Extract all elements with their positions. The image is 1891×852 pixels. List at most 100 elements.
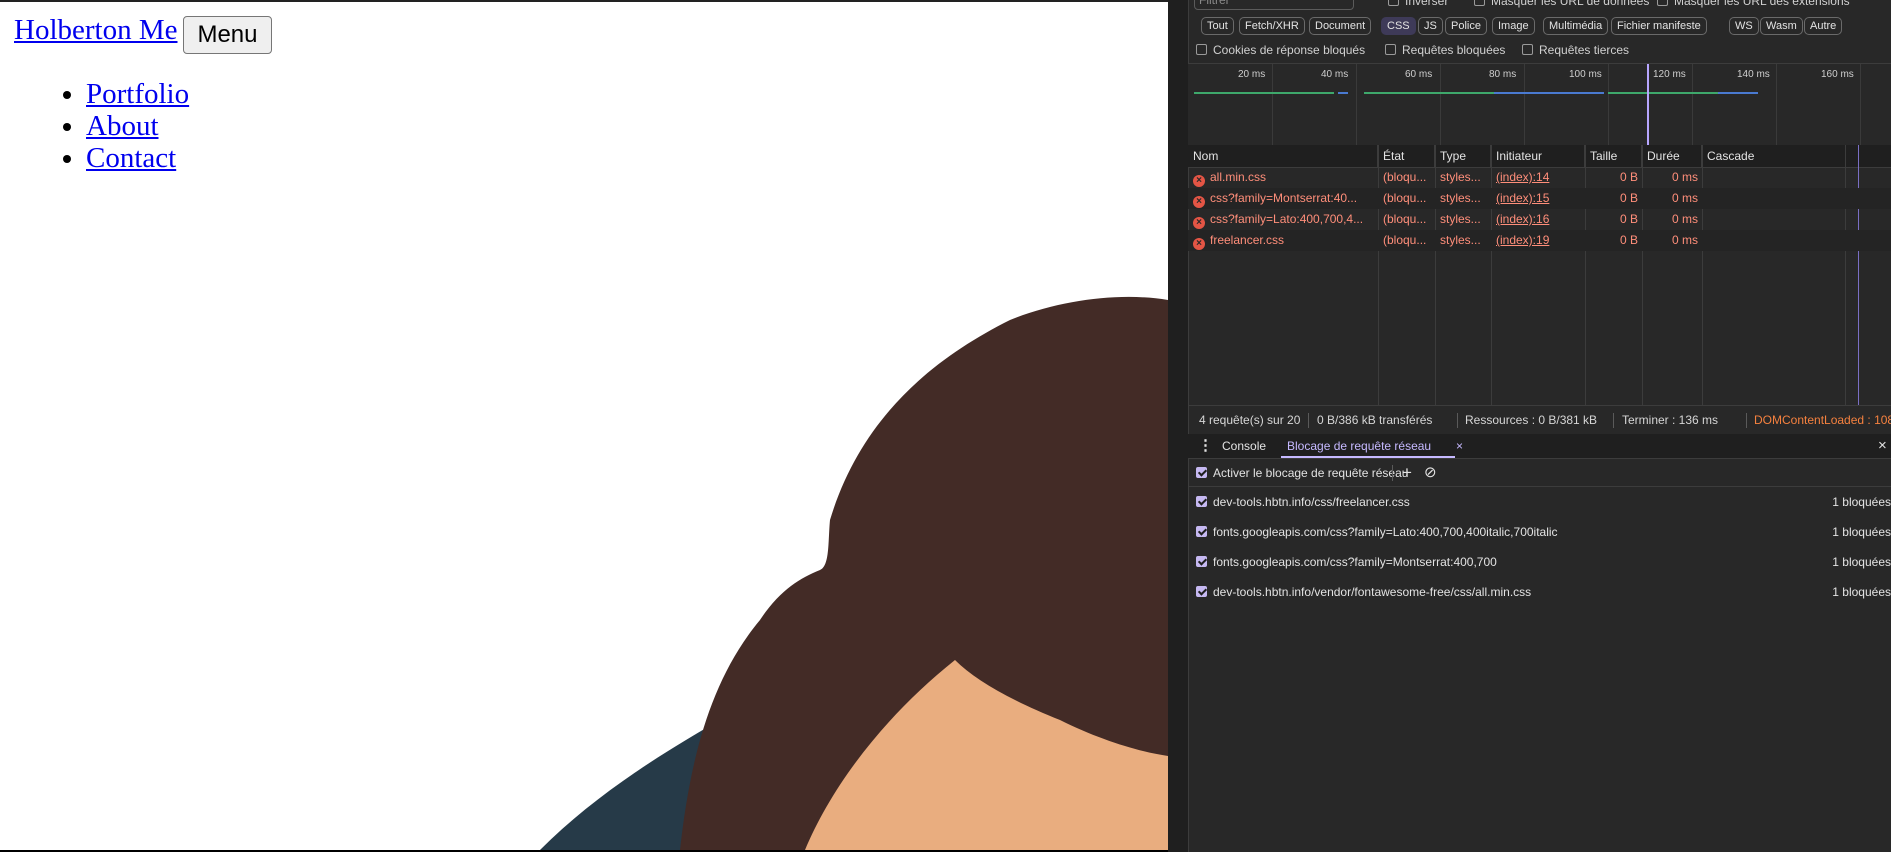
nav-link-about[interactable]: About — [86, 110, 159, 142]
nav-list: Portfolio About Contact — [0, 78, 189, 174]
col-name[interactable]: Nom — [1188, 145, 1378, 167]
nav-link-portfolio[interactable]: Portfolio — [86, 78, 189, 110]
hide-extension-urls-label: Masquer les URL des extensions — [1674, 0, 1850, 8]
col-status[interactable]: État — [1378, 145, 1435, 167]
network-overview-timeline[interactable]: 20 ms 40 ms 60 ms 80 ms 100 ms 120 ms 14… — [1188, 63, 1891, 147]
request-name: freelancer.css — [1210, 233, 1285, 247]
timeline-tick: 40 ms — [1321, 69, 1349, 80]
blocked-cookies-option[interactable]: Cookies de réponse bloqués — [1196, 43, 1365, 57]
network-filter-row: Filtrer Inverser Masquer les URL de donn… — [1188, 0, 1891, 12]
tab-console[interactable]: Console — [1216, 434, 1272, 458]
list-item[interactable]: dev-tools.hbtn.info/vendor/fontawesome-f… — [1188, 577, 1891, 607]
cell-initiator-link[interactable]: (index):14 — [1491, 167, 1585, 188]
third-party-option[interactable]: Requêtes tierces — [1522, 43, 1629, 57]
timeline-bar — [1338, 92, 1348, 94]
invert-option[interactable]: Inverser — [1388, 0, 1448, 8]
timeline-tick: 60 ms — [1405, 69, 1433, 80]
col-initiator[interactable]: Initiateur — [1491, 145, 1585, 167]
pattern-entry: dev-tools.hbtn.info/vendor/fontawesome-f… — [1196, 577, 1531, 607]
error-icon: × — [1193, 175, 1205, 187]
devtools-panel: Filtrer Inverser Masquer les URL de donn… — [1168, 0, 1891, 852]
table-row[interactable]: × freelancer.css (bloqu... styles... (ind… — [1188, 230, 1891, 251]
status-separator — [1308, 413, 1309, 428]
pattern-checkbox[interactable] — [1196, 496, 1207, 507]
error-icon: × — [1193, 196, 1205, 208]
col-time[interactable]: Durée — [1642, 145, 1702, 167]
cell-size: 0 B — [1619, 233, 1638, 247]
invert-label: Inverser — [1405, 0, 1449, 8]
chip-font[interactable]: Police — [1445, 17, 1487, 35]
chip-document[interactable]: Document — [1309, 17, 1372, 35]
list-item[interactable]: fonts.googleapis.com/css?family=Montserr… — [1188, 547, 1891, 577]
chip-css[interactable]: CSS — [1381, 17, 1416, 35]
nav-link-contact[interactable]: Contact — [86, 142, 176, 174]
timeline-load-marker — [1647, 64, 1649, 145]
enable-blocking-checkbox[interactable] — [1196, 467, 1207, 478]
list-item[interactable]: dev-tools.hbtn.info/css/freelancer.css 1… — [1188, 487, 1891, 517]
tab-request-blocking-label: Blocage de requête réseau — [1287, 439, 1432, 453]
blocked-requests-checkbox[interactable] — [1385, 44, 1396, 55]
timeline-gridline — [1524, 64, 1525, 145]
add-pattern-icon[interactable]: + — [1402, 460, 1412, 486]
enable-blocking-option[interactable]: Activer le blocage de requête réseau — [1196, 460, 1408, 486]
filter-input[interactable]: Filtrer — [1194, 0, 1354, 10]
table-row[interactable]: × css?family=Montserrat:40... (bloqu... s… — [1188, 188, 1891, 209]
chip-other[interactable]: Autre — [1804, 17, 1843, 35]
chip-media[interactable]: Multimédia — [1543, 17, 1609, 35]
cell-initiator-link[interactable]: (index):16 — [1491, 209, 1585, 230]
page-viewport: Holberton Me Menu Portfolio About Contac… — [0, 0, 1168, 850]
chip-js[interactable]: JS — [1418, 17, 1443, 35]
hide-data-urls-label: Masquer les URL de données — [1491, 0, 1650, 8]
chip-ws[interactable]: WS — [1729, 17, 1759, 35]
cell-time: 0 ms — [1671, 212, 1698, 226]
tab-request-blocking[interactable]: Blocage de requête réseau — [1281, 434, 1456, 458]
timeline-gridline — [1860, 64, 1861, 145]
close-drawer-icon[interactable]: × — [1872, 434, 1891, 458]
hide-data-urls-checkbox[interactable] — [1474, 0, 1485, 6]
timeline-bar — [1608, 92, 1718, 94]
request-name: all.min.css — [1210, 170, 1267, 184]
pattern-text: dev-tools.hbtn.info/css/freelancer.css — [1213, 495, 1410, 509]
blocked-cookies-checkbox[interactable] — [1196, 44, 1207, 55]
timeline-bar — [1364, 92, 1494, 94]
brand-link[interactable]: Holberton Me — [14, 14, 178, 47]
cell-size: 0 B — [1619, 191, 1638, 205]
timeline-gridline — [1272, 64, 1273, 145]
more-tabs-icon[interactable]: ⋮ — [1192, 434, 1219, 458]
col-waterfall[interactable]: Cascade — [1702, 145, 1891, 167]
pattern-checkbox[interactable] — [1196, 556, 1207, 567]
clear-patterns-icon[interactable]: ⊘ — [1424, 460, 1437, 486]
menu-button[interactable]: Menu — [183, 16, 272, 54]
chip-fetch-xhr[interactable]: Fetch/XHR — [1239, 17, 1305, 35]
devtools-resize-handle[interactable] — [1168, 0, 1189, 852]
close-tab-icon[interactable]: × — [1450, 434, 1469, 458]
timeline-tick: 80 ms — [1489, 69, 1517, 80]
table-row[interactable]: × all.min.css (bloqu... styles... (index)… — [1188, 167, 1891, 188]
invert-checkbox[interactable] — [1388, 0, 1399, 6]
blocked-requests-option[interactable]: Requêtes bloquées — [1385, 43, 1505, 57]
blocked-requests-label: Requêtes bloquées — [1402, 43, 1506, 57]
timeline-gridline — [1440, 64, 1441, 145]
chip-wasm[interactable]: Wasm — [1760, 17, 1803, 35]
cell-initiator-link[interactable]: (index):19 — [1491, 230, 1585, 251]
cell-name: × all.min.css — [1188, 167, 1378, 188]
chip-image[interactable]: Image — [1492, 17, 1535, 35]
pattern-blocked-count: 1 bloquées — [1832, 525, 1891, 539]
hide-extension-urls-checkbox[interactable] — [1657, 0, 1668, 6]
pattern-checkbox[interactable] — [1196, 526, 1207, 537]
chip-all[interactable]: Tout — [1201, 17, 1234, 35]
hide-data-urls-option[interactable]: Masquer les URL de données — [1474, 0, 1649, 8]
table-row[interactable]: × css?family=Lato:400,700,4... (bloqu... … — [1188, 209, 1891, 230]
hide-extension-urls-option[interactable]: Masquer les URL des extensions — [1657, 0, 1850, 8]
col-size[interactable]: Taille — [1585, 145, 1642, 167]
col-type[interactable]: Type — [1435, 145, 1491, 167]
chip-manifest[interactable]: Fichier manifeste — [1611, 17, 1707, 35]
third-party-checkbox[interactable] — [1522, 44, 1533, 55]
pattern-checkbox[interactable] — [1196, 586, 1207, 597]
list-item[interactable]: fonts.googleapis.com/css?family=Lato:400… — [1188, 517, 1891, 547]
status-separator — [1613, 413, 1614, 428]
cell-initiator-link[interactable]: (index):15 — [1491, 188, 1585, 209]
pattern-text: fonts.googleapis.com/css?family=Lato:400… — [1213, 525, 1558, 539]
nav-item-about: About — [86, 110, 189, 142]
third-party-label: Requêtes tierces — [1539, 43, 1630, 57]
